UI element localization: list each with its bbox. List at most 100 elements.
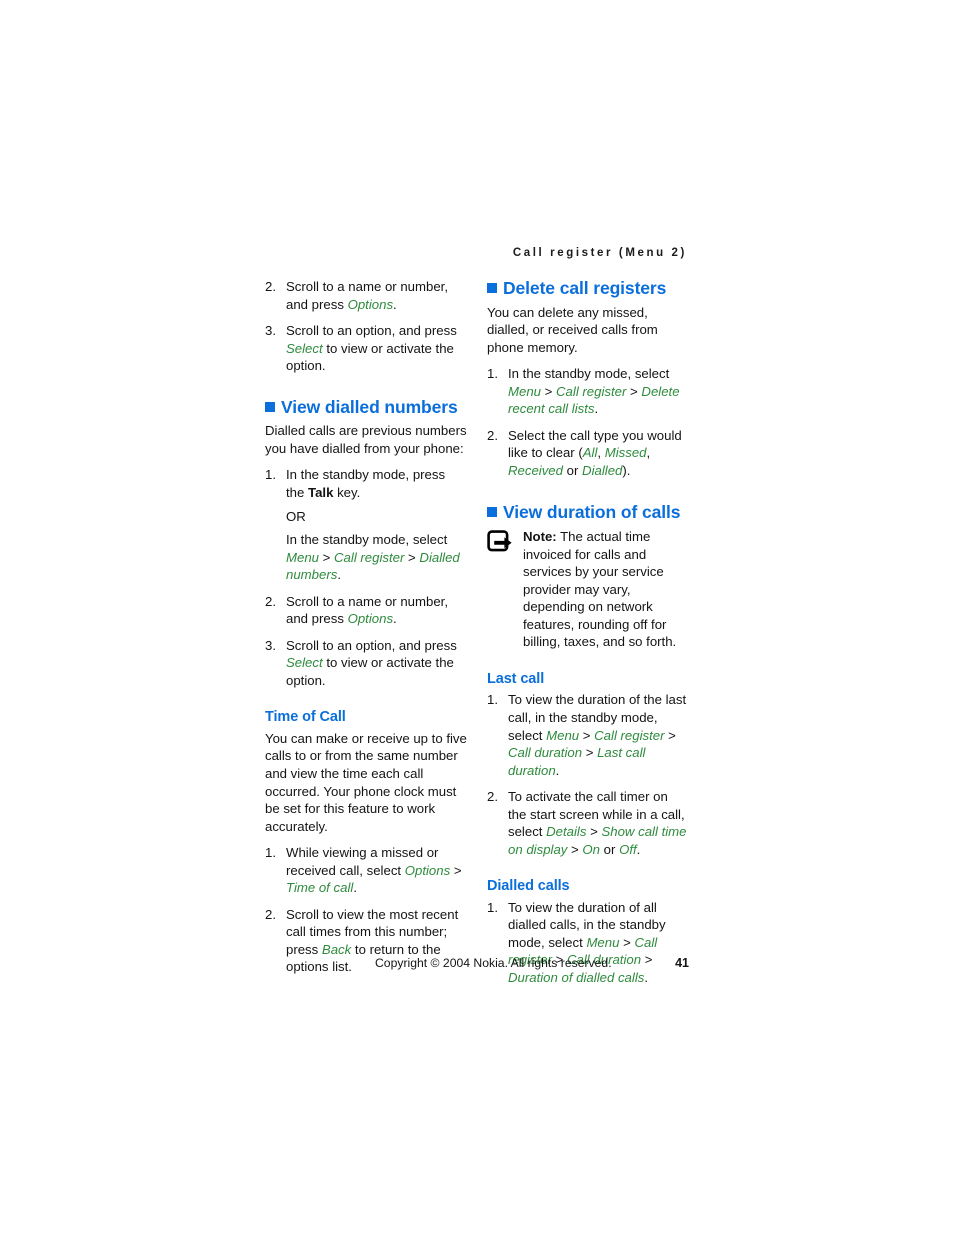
text-run: . bbox=[353, 880, 357, 896]
numbered-step: 1. To view the duration of the last call,… bbox=[487, 691, 689, 779]
note-block: Note: The actual time invoiced for calls… bbox=[487, 528, 689, 651]
text-run: . bbox=[594, 401, 599, 417]
text-run: ). bbox=[622, 463, 631, 479]
step-text: To view the duration of the last call, i… bbox=[508, 692, 686, 777]
heading-delete-call-registers: Delete call registers bbox=[487, 278, 689, 299]
note-text: Note: The actual time invoiced for calls… bbox=[523, 528, 689, 651]
note-pointer-icon bbox=[487, 530, 515, 556]
step-number: 2. bbox=[487, 789, 498, 805]
heading-text: View dialled numbers bbox=[281, 396, 458, 417]
ui-term: Menu bbox=[546, 727, 580, 743]
text-run: > bbox=[586, 824, 602, 840]
text-run: . bbox=[644, 969, 649, 985]
continued-steps-list: 2. Scroll to a name or number, and press … bbox=[265, 278, 467, 375]
ui-term: Call duration bbox=[508, 745, 583, 761]
text-run: key. bbox=[333, 485, 361, 501]
left-column: 2. Scroll to a name or number, and press … bbox=[265, 278, 467, 985]
text-run: > bbox=[319, 549, 335, 565]
text-run: > bbox=[450, 862, 462, 878]
text-run: > bbox=[404, 549, 420, 565]
text-run: > bbox=[619, 934, 635, 950]
step-text: In the standby mode, select Menu > Call … bbox=[508, 366, 680, 416]
step-text: Scroll to a name or number, and press Op… bbox=[286, 279, 448, 312]
square-bullet-icon bbox=[487, 283, 497, 293]
heading-text: Delete call registers bbox=[503, 278, 667, 298]
numbered-step: 1. While viewing a missed or received cal… bbox=[265, 844, 467, 897]
page-number: 41 bbox=[675, 956, 689, 970]
text-run: . bbox=[393, 296, 397, 312]
text-run: In the standby mode, select bbox=[286, 532, 448, 548]
steps-dialled-calls: 1. To view the duration of all dialled ca… bbox=[487, 899, 689, 987]
square-bullet-icon bbox=[265, 401, 275, 412]
running-header: Call register (Menu 2) bbox=[512, 247, 687, 259]
text-run: or bbox=[562, 463, 583, 479]
ui-term: Call register bbox=[334, 549, 405, 565]
text-run: > bbox=[541, 383, 557, 399]
step-text: To view the duration of all dialled call… bbox=[508, 900, 666, 985]
step-text: Scroll to an option, and press Select to… bbox=[286, 638, 457, 688]
ui-term: Time of call bbox=[286, 880, 354, 896]
step-text: Scroll to an option, and press Select to… bbox=[286, 323, 457, 373]
heading-view-duration-of-calls: View duration of calls bbox=[487, 502, 689, 523]
ui-term: On bbox=[582, 841, 601, 857]
ui-term: Dialled bbox=[582, 463, 623, 479]
heading-dialled-calls: Dialled calls bbox=[487, 878, 570, 895]
step-text: In the standby mode, press the Talk key. bbox=[286, 467, 445, 500]
step-number: 2. bbox=[265, 279, 276, 294]
ui-term: Menu bbox=[586, 934, 620, 950]
heading-time-of-call: Time of Call bbox=[265, 709, 346, 726]
intro-time-of-call: You can make or receive up to five calls… bbox=[265, 730, 467, 834]
step-text: Scroll to a name or number, and press Op… bbox=[286, 594, 448, 627]
square-bullet-icon bbox=[487, 506, 497, 517]
ui-term: Call register bbox=[594, 727, 665, 743]
ui-term: Menu bbox=[508, 383, 541, 399]
step-text: While viewing a missed or received call,… bbox=[286, 845, 462, 895]
step-number: 3. bbox=[265, 637, 276, 653]
text-run: . bbox=[555, 762, 560, 778]
step-number: 1. bbox=[487, 899, 498, 915]
numbered-step: 3. Scroll to an option, and press Select … bbox=[265, 637, 467, 690]
ui-term: Missed bbox=[604, 445, 647, 461]
copyright-text: Copyright © 2004 Nokia. All rights reser… bbox=[375, 956, 612, 970]
ui-term: Select bbox=[286, 655, 323, 671]
ui-term: Options bbox=[347, 296, 394, 312]
ui-term: Options bbox=[347, 611, 394, 627]
text-run: > bbox=[626, 383, 642, 399]
two-column-body: 2. Scroll to a name or number, and press … bbox=[265, 278, 689, 985]
numbered-step: 1. To view the duration of all dialled ca… bbox=[487, 899, 689, 987]
steps-view-dialled-numbers: 1. In the standby mode, press the Talk ke… bbox=[265, 466, 467, 689]
step-number: 2. bbox=[265, 593, 276, 609]
ui-term: Back bbox=[321, 941, 352, 957]
manual-page: Call register (Menu 2) 2. Scroll to a nam… bbox=[0, 0, 954, 1235]
numbered-step: 2. Scroll to a name or number, and press … bbox=[265, 278, 467, 313]
step-number: 1. bbox=[265, 845, 276, 861]
step-number: 1. bbox=[487, 366, 498, 382]
step-number: 2. bbox=[265, 906, 276, 922]
heading-last-call: Last call bbox=[487, 671, 545, 688]
numbered-step: 1. In the standby mode, select Menu > Cal… bbox=[487, 365, 689, 418]
ui-term: Off bbox=[619, 841, 637, 857]
numbered-step: 3. Scroll to an option, and press Select … bbox=[265, 322, 467, 375]
heading-view-dialled-numbers: View dialled numbers bbox=[265, 397, 467, 418]
text-run: In the standby mode, select bbox=[508, 366, 670, 382]
text-run: > bbox=[579, 727, 595, 743]
intro-delete-call-registers: You can delete any missed, dialled, or r… bbox=[487, 304, 658, 355]
text-run: > bbox=[641, 952, 653, 968]
steps-delete-call-registers: 1. In the standby mode, select Menu > Cal… bbox=[487, 365, 689, 479]
ui-term: Received bbox=[508, 463, 563, 479]
key-name: Talk bbox=[308, 485, 334, 501]
ui-term: Duration of dialled calls bbox=[508, 969, 645, 985]
intro-view-dialled-numbers: Dialled calls are previous numbers you h… bbox=[265, 423, 467, 456]
text-run: . bbox=[337, 567, 341, 583]
step-number: 2. bbox=[487, 427, 498, 443]
step-text: Select the call type you would like to c… bbox=[508, 428, 682, 478]
text-run: , bbox=[597, 445, 605, 461]
numbered-step: 2. Select the call type you would like to… bbox=[487, 427, 689, 480]
numbered-step: 2. To activate the call timer on the star… bbox=[487, 788, 689, 858]
ui-term: All bbox=[582, 445, 598, 461]
ui-term: Menu bbox=[286, 549, 319, 565]
text-run: > bbox=[567, 841, 583, 857]
ui-term: Call register bbox=[556, 383, 627, 399]
ui-term: Details bbox=[546, 824, 587, 840]
heading-text: View duration of calls bbox=[503, 501, 681, 522]
